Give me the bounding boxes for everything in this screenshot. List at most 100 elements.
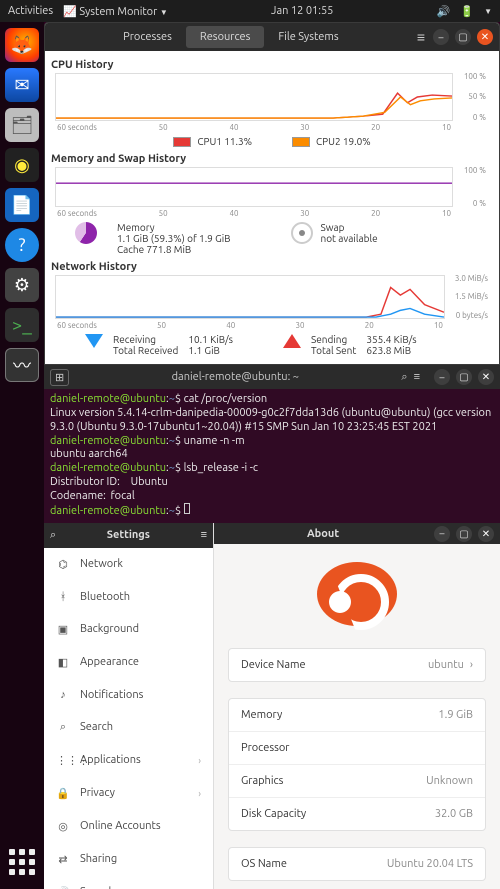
cpu-chart: 100 % 50 % 0 % [55, 73, 453, 121]
y-label: 0 % [473, 113, 486, 122]
row-label: Processor [241, 742, 289, 754]
rhythmbox-icon[interactable]: ◉ [5, 148, 39, 182]
y-label: 50 % [468, 92, 486, 101]
maximize-button[interactable]: ▢ [456, 369, 472, 385]
minimize-button[interactable]: – [434, 369, 450, 385]
memory-history-title: Memory and Swap History [51, 153, 489, 165]
tab-filesystems[interactable]: File Systems [264, 26, 352, 48]
maximize-button[interactable]: ▢ [456, 526, 472, 542]
sidebar-item-icon: ◎ [56, 820, 70, 833]
sidebar-item-label: Sharing [80, 853, 117, 865]
chevron-right-icon: › [470, 659, 473, 671]
minimize-button[interactable]: – [433, 29, 449, 45]
search-icon[interactable]: ⌕ [50, 529, 56, 542]
row-value: 1.9 GiB [438, 709, 473, 721]
firefox-icon[interactable]: 🦊 [5, 28, 39, 62]
tab-processes[interactable]: Processes [109, 26, 186, 48]
maximize-button[interactable]: ▢ [455, 29, 471, 45]
terminal-body[interactable]: daniel-remote@ubuntu:~$ cat /proc/versio… [44, 389, 500, 523]
about-title: About [220, 528, 426, 540]
settings-window: ⌕ Settings ≡ ⌬ Network ᚼ Bluetooth ▣Backgrou… [44, 523, 500, 889]
software-icon[interactable]: ⚙ [5, 268, 39, 302]
y-label: 1.5 MiB/s [455, 292, 488, 301]
sidebar-item-bluetooth[interactable]: ᚼ Bluetooth [44, 581, 213, 613]
settings-title: Settings [62, 529, 194, 541]
settings-main: About – ▢ ✕ Device Name ubuntu› Memory1.… [214, 523, 500, 889]
sidebar-item-applications[interactable]: ⋮⋮⋮Applications› [44, 744, 213, 777]
sidebar-item-icon: ⋮⋮⋮ [56, 754, 70, 767]
y-label: 3.0 MiB/s [455, 274, 488, 283]
sidebar-item-label: Search [80, 721, 113, 733]
sidebar-item-icon: ⌕ [56, 721, 70, 734]
ubuntu-dock: 🦊 ✉ 🗂 ◉ 📄 ? ⚙ >_ 〰 [0, 22, 44, 889]
new-tab-icon[interactable]: ⊞ [50, 369, 69, 386]
cpu-history-title: CPU History [51, 59, 489, 71]
sidebar-item-icon: ▣ [56, 623, 70, 636]
os-name-value: Ubuntu 20.04 LTS [387, 858, 473, 870]
show-applications-icon[interactable] [5, 845, 39, 879]
hamburger-menu-icon[interactable]: ≡ [414, 371, 420, 383]
download-arrow-icon [85, 334, 103, 348]
terminal-window: ⊞ daniel-remote@ubuntu: ~ ⌕ ≡ – ▢ ✕ dani… [44, 365, 500, 523]
device-name-card[interactable]: Device Name ubuntu› [228, 648, 486, 682]
sidebar-item-label: Notifications [80, 689, 143, 701]
about-row-graphics: GraphicsUnknown [229, 764, 485, 797]
sidebar-item-privacy[interactable]: 🔒Privacy› [44, 777, 213, 810]
hardware-card: Memory 1.9 GiB Processor GraphicsUnknown Dis… [228, 698, 486, 831]
terminal-title: daniel-remote@ubuntu: ~ [75, 371, 395, 383]
battery-icon[interactable]: 🔋 [460, 5, 474, 18]
files-icon[interactable]: 🗂 [5, 108, 39, 142]
memory-chart: 100 % 0 % [55, 167, 453, 207]
sidebar-item-search[interactable]: ⌕ Search [44, 711, 213, 744]
sidebar-item-icon: ⇄ [56, 853, 70, 866]
y-label: 0 % [473, 199, 486, 208]
row-label: Graphics [241, 775, 283, 787]
sidebar-item-sound[interactable]: 🔊Sound [44, 876, 213, 889]
sidebar-item-icon: ⌬ [56, 558, 70, 571]
system-monitor-icon[interactable]: 〰 [5, 348, 39, 382]
close-button[interactable]: ✕ [477, 29, 493, 45]
memory-pie-icon [75, 222, 97, 244]
libreoffice-icon[interactable]: 📄 [5, 188, 39, 222]
x-axis: 60 seconds5040302010 [55, 209, 453, 218]
ubuntu-logo-icon [317, 562, 397, 626]
row-label: Disk Capacity [241, 808, 306, 820]
about-row-processor: Processor [229, 731, 485, 764]
cpu-legend: CPU1 11.3% CPU2 19.0% [55, 136, 489, 147]
help-icon[interactable]: ? [5, 228, 39, 262]
os-card: OS Name Ubuntu 20.04 LTS [228, 847, 486, 881]
sidebar-item-network[interactable]: ⌬ Network [44, 548, 213, 581]
sidebar-item-notifications[interactable]: ♪ Notifications [44, 679, 213, 711]
terminal-icon[interactable]: >_ [5, 308, 39, 342]
sidebar-item-label: Appearance [80, 656, 139, 668]
system-menu-icon[interactable]: ▼ [484, 7, 492, 16]
chevron-right-icon: › [198, 755, 201, 766]
sidebar-item-sharing[interactable]: ⇄ Sharing [44, 843, 213, 876]
sidebar-item-background[interactable]: ▣Background [44, 613, 213, 646]
minimize-button[interactable]: – [434, 526, 450, 542]
sidebar-item-label: Bluetooth [80, 591, 130, 603]
hamburger-menu-icon[interactable]: ≡ [417, 29, 425, 45]
activities-button[interactable]: Activities [8, 5, 53, 17]
sidebar-item-online-accounts[interactable]: ◎Online Accounts [44, 810, 213, 843]
sidebar-item-icon: ♪ [56, 689, 70, 701]
network-legend: Receiving Total Received 10.1 KiB/s 1.1 … [85, 334, 489, 356]
volume-icon[interactable]: 🔊 [437, 5, 451, 18]
device-name-value: ubuntu [428, 659, 464, 671]
sidebar-item-icon: ᚼ [56, 591, 70, 603]
search-icon[interactable]: ⌕ [401, 371, 407, 384]
about-row-memory: Memory 1.9 GiB [229, 699, 485, 731]
sidebar-item-icon: 🔒 [56, 787, 70, 800]
hamburger-menu-icon[interactable]: ≡ [201, 529, 207, 541]
clock[interactable]: Jan 12 01:55 [271, 5, 333, 17]
sidebar-item-label: Network [80, 558, 123, 570]
app-menu[interactable]: 📈 System Monitor ▼ [63, 5, 168, 18]
thunderbird-icon[interactable]: ✉ [5, 68, 39, 102]
row-label: Memory [241, 709, 282, 721]
close-button[interactable]: ✕ [478, 526, 494, 542]
tab-resources[interactable]: Resources [186, 26, 264, 48]
sidebar-item-label: Privacy [80, 787, 115, 799]
sidebar-item-appearance[interactable]: ◧ Appearance [44, 646, 213, 679]
close-button[interactable]: ✕ [478, 369, 494, 385]
sidebar-item-icon: ◧ [56, 656, 70, 669]
